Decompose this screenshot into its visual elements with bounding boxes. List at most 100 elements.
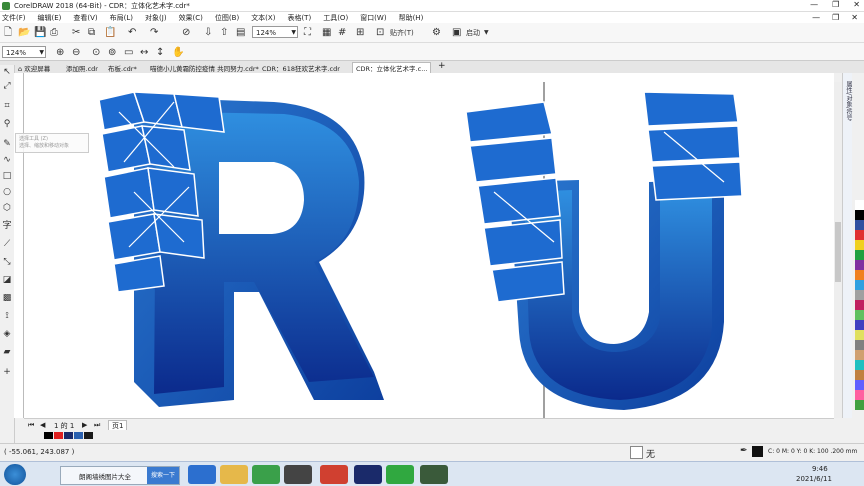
palette-swatch[interactable] bbox=[855, 200, 864, 210]
menu-item-0[interactable]: 文件(F) bbox=[2, 13, 26, 23]
letter-u-artwork[interactable] bbox=[465, 91, 743, 410]
paste-icon[interactable]: 📋 bbox=[104, 26, 116, 40]
zoom-level-combo[interactable]: 124% ▼ bbox=[252, 26, 298, 38]
launch-chevron-icon[interactable]: ▼ bbox=[484, 26, 489, 40]
fill-none-swatch[interactable] bbox=[630, 446, 643, 459]
palette-swatch[interactable] bbox=[855, 350, 864, 360]
menu-item-3[interactable]: 布局(L) bbox=[110, 13, 133, 23]
eyedropper-tool-icon[interactable]: ⟟ bbox=[2, 311, 12, 321]
interactive-fill-icon[interactable]: ◈ bbox=[2, 329, 12, 339]
document-color-swatch[interactable] bbox=[74, 432, 83, 439]
doc-close-icon[interactable]: ✕ bbox=[851, 13, 858, 22]
freehand-tool-icon[interactable]: ✎ bbox=[2, 139, 12, 149]
save-icon[interactable]: 💾 bbox=[34, 26, 46, 40]
close-icon[interactable]: ✕ bbox=[853, 0, 860, 9]
shape-tool-icon[interactable]: ⤢ bbox=[2, 81, 12, 91]
docker-label[interactable]: 属性/对象/符号 bbox=[844, 81, 853, 121]
drop-shadow-tool-icon[interactable]: ◪ bbox=[2, 275, 12, 285]
chrome-icon[interactable] bbox=[252, 465, 280, 484]
palette-swatch[interactable] bbox=[855, 250, 864, 260]
show-grid-icon[interactable]: # bbox=[338, 26, 346, 40]
taskbar-search[interactable]: 朗阁墙绣图片大全 搜索一下 bbox=[60, 466, 180, 485]
crop-tool-icon[interactable]: ⌗ bbox=[2, 101, 12, 111]
print-icon[interactable]: ⎙ bbox=[50, 26, 58, 40]
zoom-height-icon[interactable]: ↕ bbox=[156, 46, 164, 60]
menu-item-5[interactable]: 效果(C) bbox=[179, 13, 203, 23]
tab-doc-1[interactable]: 添加照.cdr bbox=[66, 63, 98, 73]
document-color-swatch[interactable] bbox=[54, 432, 63, 439]
copy-icon[interactable]: ⧉ bbox=[88, 26, 95, 40]
palette-swatch[interactable] bbox=[855, 370, 864, 380]
snap-to-menu[interactable]: 贴齐(T) bbox=[390, 26, 414, 40]
palette-swatch[interactable] bbox=[855, 340, 864, 350]
show-rulers-icon[interactable]: ▦ bbox=[322, 26, 331, 40]
ellipse-tool-icon[interactable]: ○ bbox=[2, 187, 12, 197]
start-button[interactable] bbox=[4, 464, 26, 485]
scroll-thumb[interactable] bbox=[835, 222, 841, 282]
palette-swatch[interactable] bbox=[855, 240, 864, 250]
palette-swatch[interactable] bbox=[855, 260, 864, 270]
launch-menu[interactable]: 启动 bbox=[466, 26, 480, 40]
palette-swatch[interactable] bbox=[855, 360, 864, 370]
connector-tool-icon[interactable]: ⤡ bbox=[2, 257, 12, 267]
pan-hand-icon[interactable]: ✋ bbox=[172, 46, 184, 60]
palette-swatch[interactable] bbox=[855, 320, 864, 330]
publish-pdf-icon[interactable]: ▤ bbox=[236, 26, 245, 40]
menu-item-11[interactable]: 帮助(H) bbox=[399, 13, 424, 23]
vertical-scrollbar[interactable] bbox=[834, 82, 842, 418]
add-tool-icon[interactable]: + bbox=[2, 367, 12, 377]
minimize-icon[interactable]: — bbox=[810, 0, 818, 9]
menu-item-4[interactable]: 对象(J) bbox=[145, 13, 167, 23]
full-screen-icon[interactable]: ⛶ bbox=[304, 26, 311, 40]
tab-doc-4[interactable]: CDR：618狂欢艺术字.cdr bbox=[262, 63, 340, 73]
vertical-ruler[interactable] bbox=[14, 73, 24, 418]
coreldraw-task-icon[interactable] bbox=[284, 465, 312, 484]
zoom-width-icon[interactable]: ↔ bbox=[140, 46, 148, 60]
search-button[interactable]: 搜索一下 bbox=[147, 467, 179, 484]
transparency-tool-icon[interactable]: ▩ bbox=[2, 293, 12, 303]
import-icon[interactable]: ⇩ bbox=[204, 26, 212, 40]
menu-item-6[interactable]: 位图(B) bbox=[215, 13, 239, 23]
zoom-out-icon[interactable]: ⊖ bbox=[72, 46, 80, 60]
zoom-page-icon[interactable]: ▭ bbox=[124, 46, 133, 60]
document-color-swatch[interactable] bbox=[44, 432, 53, 439]
tab-welcome[interactable]: ⌂ 欢迎屏幕 bbox=[18, 63, 50, 73]
redo-icon[interactable]: ↷ bbox=[150, 26, 158, 40]
doc-minimize-icon[interactable]: — bbox=[812, 13, 820, 22]
document-color-swatch[interactable] bbox=[64, 432, 73, 439]
parallel-dimension-icon[interactable]: ⟋ bbox=[2, 239, 12, 249]
tab-doc-3[interactable]: 喵德小儿黄霜防控疫情 共同努力.cdr* bbox=[150, 63, 259, 73]
document-color-swatch[interactable] bbox=[84, 432, 93, 439]
drawing-canvas[interactable] bbox=[24, 82, 834, 418]
smart-fill-icon[interactable]: ▰ bbox=[2, 347, 12, 357]
palette-swatch[interactable] bbox=[855, 280, 864, 290]
menu-item-9[interactable]: 工具(O) bbox=[323, 13, 348, 23]
palette-swatch[interactable] bbox=[855, 230, 864, 240]
zoom-combo[interactable]: 124% ▼ bbox=[2, 46, 46, 58]
palette-swatch[interactable] bbox=[855, 330, 864, 340]
menu-item-1[interactable]: 编辑(E) bbox=[38, 13, 62, 23]
new-tab-plus-icon[interactable]: + bbox=[438, 61, 446, 71]
restore-icon[interactable]: ❐ bbox=[832, 0, 839, 9]
palette-swatch[interactable] bbox=[855, 270, 864, 280]
wechat-icon[interactable] bbox=[386, 465, 414, 484]
search-content-icon[interactable]: ⊘ bbox=[182, 26, 190, 40]
palette-swatch[interactable] bbox=[855, 210, 864, 220]
palette-swatch[interactable] bbox=[855, 380, 864, 390]
file-explorer-icon[interactable] bbox=[220, 465, 248, 484]
show-guidelines-icon[interactable]: ⊞ bbox=[356, 26, 364, 40]
rectangle-tool-icon[interactable]: □ bbox=[2, 171, 12, 181]
prev-page-icon[interactable]: ◀ bbox=[40, 421, 45, 429]
docker-panel[interactable]: 属性/对象/符号 bbox=[842, 73, 852, 418]
options-gear-icon[interactable]: ⚙ bbox=[432, 26, 441, 40]
menu-item-10[interactable]: 窗口(W) bbox=[360, 13, 386, 23]
tab-doc-2[interactable]: 布板.cdr* bbox=[108, 63, 137, 73]
open-icon[interactable]: 📂 bbox=[18, 26, 30, 40]
polygon-tool-icon[interactable]: ⬡ bbox=[2, 203, 12, 213]
new-document-icon[interactable]: 🗋 bbox=[4, 26, 12, 40]
text-tool-icon[interactable]: 字 bbox=[2, 221, 12, 231]
menu-item-7[interactable]: 文本(X) bbox=[251, 13, 275, 23]
wps-icon[interactable] bbox=[320, 465, 348, 484]
first-page-icon[interactable]: ⏮ bbox=[28, 421, 34, 430]
letter-r-artwork[interactable] bbox=[98, 91, 384, 407]
